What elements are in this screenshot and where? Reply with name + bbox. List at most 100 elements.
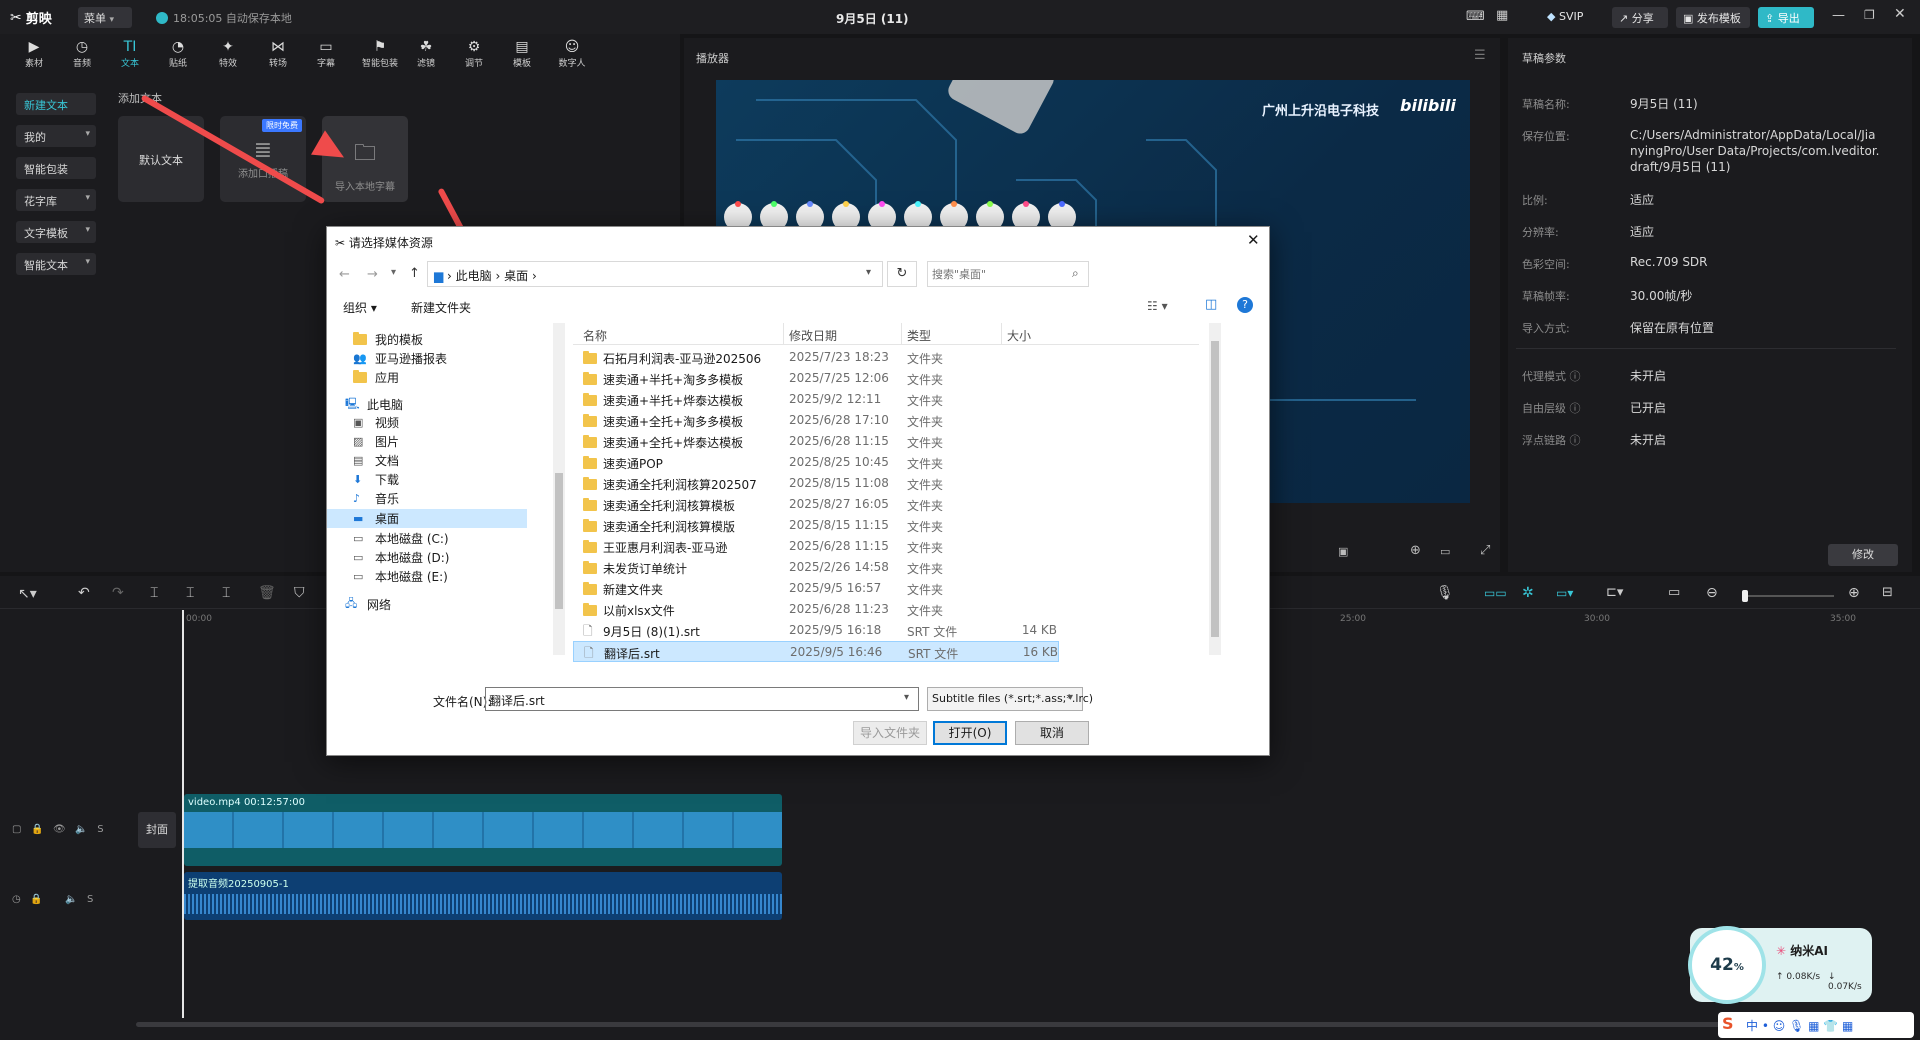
help-icon[interactable]: ? [1237,297,1253,313]
zoom-out-icon[interactable]: ⊖ [1706,585,1718,601]
tool-sticker[interactable]: ◔ 贴纸 [156,38,200,74]
tree-scrollbar[interactable] [553,323,565,655]
tree-item[interactable]: ▭ 本地磁盘 (E:) [353,568,448,585]
file-row[interactable]: 速卖通全托利润核算模版 2025/8/15 11:15 文件夹 [573,515,1059,536]
ime-toolbar[interactable]: S 中 • ☺ 🎙 ▦ 👕 ▦ [1718,1012,1914,1038]
fullscreen-icon[interactable]: ⤢ [1480,543,1490,558]
video-clip[interactable]: video.mp4 00:12:57:00 [184,794,782,866]
tool-audio[interactable]: ◷ 音频 [60,38,104,74]
tree-item[interactable]: 我的模板 [353,331,423,348]
tool-effects[interactable]: ✦ 特效 [206,38,250,74]
ratio-icon[interactable]: ▭ [1440,545,1450,558]
refresh-icon[interactable]: ↻ [887,261,917,287]
nav-text-template[interactable]: 文字模板 ▾ [16,221,96,243]
redo-icon[interactable]: ↷ [112,585,124,601]
shield-icon[interactable]: ⛉ [294,585,305,601]
tree-item[interactable]: 👥 亚马逊播报表 [353,350,447,367]
cursor-icon[interactable]: ↖▾ [18,586,37,602]
file-row[interactable]: 速卖通全托利润核算模板 2025/8/27 16:05 文件夹 [573,494,1059,515]
tree-item[interactable]: ▭ 本地磁盘 (D:) [353,549,449,566]
split-right-icon[interactable]: ⌶ [222,585,230,601]
microphone-icon[interactable]: 🎙 [1436,585,1454,601]
tool-subtitle[interactable]: ▭ 字幕 [304,38,348,74]
import-folder-button[interactable]: 导入文件夹 [853,721,927,745]
tree-item[interactable]: ♪ 音乐 [353,490,399,507]
filename-field[interactable]: 翻译后.srt ▾ [485,687,919,711]
zoom-in-icon[interactable]: ⊕ [1848,585,1860,601]
tree-item[interactable]: ▤ 文档 [353,452,399,469]
list-scrollbar[interactable] [1209,323,1221,655]
file-row[interactable]: 速卖通+全托+烨泰达模板 2025/6/28 11:15 文件夹 [573,431,1059,452]
menu-button[interactable]: 菜单 ▾ [78,7,132,28]
file-row[interactable]: 速卖通+全托+淘多多模板 2025/6/28 17:10 文件夹 [573,410,1059,431]
tool-transition[interactable]: ⋈ 转场 [256,38,300,74]
column-name[interactable]: 名称 [583,327,607,344]
zoom-slider-handle[interactable] [1742,590,1748,602]
cancel-button[interactable]: 取消 [1015,721,1089,745]
nav-mine[interactable]: 我的 ▾ [16,125,96,147]
tree-item[interactable]: ▬ 桌面 [327,509,527,528]
menu-icon[interactable]: ☰ [1474,48,1486,63]
split-left-icon[interactable]: ⌶ [186,585,194,601]
file-row[interactable]: 石拓月利润表-亚马逊202506 2025/7/23 18:23 文件夹 [573,347,1059,368]
file-row[interactable]: 速卖通+半托+烨泰达模板 2025/9/2 12:11 文件夹 [573,389,1059,410]
view-icon[interactable]: ☷ ▾ [1147,299,1168,313]
tree-item[interactable]: ⬇ 下载 [353,471,399,488]
tree-item[interactable]: ▨ 图片 [353,433,399,450]
column-type[interactable]: 类型 [907,327,931,344]
fit-icon[interactable]: ⊟ [1882,585,1893,600]
tree-item[interactable]: 🖳 此电脑 [345,395,403,414]
file-row[interactable]: 🗋 翻译后.srt 2025/9/5 16:46 SRT 文件 16 KB [573,641,1059,662]
zoom-slider[interactable] [1742,590,1834,602]
original-ratio-icon[interactable]: ▣ [1338,545,1348,558]
file-row[interactable]: 新建文件夹 2025/9/5 16:57 文件夹 [573,578,1059,599]
chevron-down-icon[interactable]: ▾ [391,267,396,278]
audio-clip[interactable]: 提取音频20250905-1 [184,872,782,920]
split-icon[interactable]: ⌶ [150,585,158,601]
tool-media[interactable]: ▶ 素材 [12,38,56,74]
column-date[interactable]: 修改日期 [789,327,837,344]
add-narration-card[interactable]: 限时免费 ≣ 添加口播稿 [220,116,306,202]
caption-icon[interactable]: ▭ [1668,585,1680,600]
align-icon[interactable]: ⊏▾ [1606,585,1623,600]
file-row[interactable]: 速卖通全托利润核算202507 2025/8/15 11:08 文件夹 [573,473,1059,494]
column-size[interactable]: 大小 [1007,327,1031,344]
tool-adjust[interactable]: ⚙ 调节 [452,38,496,74]
tool-filter[interactable]: ☘ 滤镜 [404,38,448,74]
scrollbar-thumb[interactable] [555,473,563,609]
file-row[interactable]: 未发货订单统计 2025/2/26 14:58 文件夹 [573,557,1059,578]
up-icon[interactable]: ↑ [409,266,420,281]
nav-new-text[interactable]: 新建文本 [16,93,96,115]
link-icon[interactable]: ▭▭ [1484,586,1507,600]
organize-menu[interactable]: 组织 ▾ [343,299,377,316]
undo-icon[interactable]: ↶ [78,585,90,601]
zoom-icon[interactable]: ⊕ [1410,543,1421,558]
preview-axis-icon[interactable]: ▭▾ [1556,586,1573,600]
search-input[interactable] [932,265,1068,283]
close-icon[interactable]: ✕ [1894,6,1906,22]
share-button[interactable]: ↗ 分享 [1612,7,1668,28]
tool-digital-human[interactable]: ☺ 数字人 [550,38,594,74]
close-icon[interactable]: ✕ [1247,231,1260,249]
tree-item[interactable]: ▣ 视频 [353,414,399,431]
forward-icon[interactable]: → [367,267,378,282]
tree-item[interactable]: 应用 [353,369,399,386]
back-icon[interactable]: ← [339,267,350,282]
address-bar[interactable]: ▆ › 此电脑 › 桌面 › ▾ [427,261,883,287]
new-folder-button[interactable]: 新建文件夹 [411,299,471,316]
export-button[interactable]: ⇪ 导出 [1758,7,1814,28]
preview-pane-icon[interactable]: ◫ [1205,297,1217,312]
edit-button[interactable]: 修改 [1828,544,1898,566]
layout-icon[interactable]: ▦ [1496,8,1508,23]
tool-smart-package[interactable]: ⚑ 智能包装 [354,38,406,74]
tool-text[interactable]: TI 文本 [108,38,152,74]
file-row[interactable]: 🗋 9月5日 (8)(1).srt 2025/9/5 16:18 SRT 文件 14 K… [573,620,1059,641]
file-row[interactable]: 王亚惠月利润表-亚马逊 2025/6/28 11:15 文件夹 [573,536,1059,557]
tool-template[interactable]: ▤ 模板 [500,38,544,74]
tree-item[interactable]: ▭ 本地磁盘 (C:) [353,530,449,547]
file-row[interactable]: 速卖通+半托+淘多多模板 2025/7/25 12:06 文件夹 [573,368,1059,389]
horizontal-scrollbar[interactable] [136,1022,1896,1027]
chevron-down-icon[interactable]: ▾ [904,692,909,703]
nav-smart-package[interactable]: 智能包装 [16,157,96,179]
delete-icon[interactable]: 🗑 [258,585,276,601]
